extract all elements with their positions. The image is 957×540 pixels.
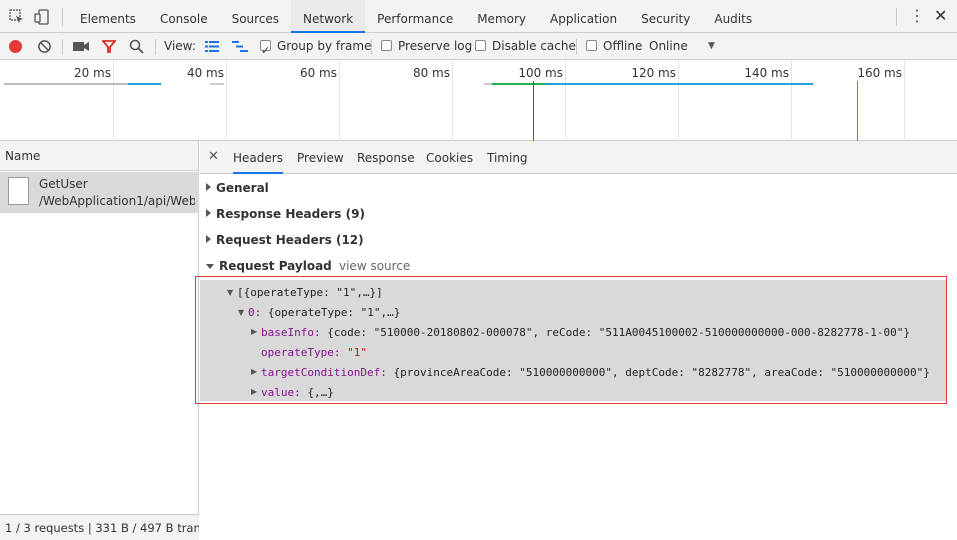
tick-label: 160 ms xyxy=(857,66,902,80)
tab-security[interactable]: Security xyxy=(629,0,702,33)
grid-line xyxy=(904,60,905,141)
tab-console[interactable]: Console xyxy=(148,0,220,33)
dropdown-arrow-icon[interactable]: ▼ xyxy=(708,33,715,60)
tab-timing[interactable]: Timing xyxy=(487,141,528,174)
tab-elements[interactable]: Elements xyxy=(68,0,148,33)
preserve-log-checkbox[interactable]: Preserve log xyxy=(381,33,472,60)
group-by-frame-checkbox[interactable]: Group by frame xyxy=(260,33,372,64)
section-response-headers[interactable]: Response Headers (9) xyxy=(206,207,365,221)
large-rows-icon[interactable] xyxy=(205,41,219,52)
request-name: GetUser xyxy=(39,177,88,191)
tick-label: 60 ms xyxy=(299,66,337,80)
tab-headers[interactable]: Headers xyxy=(233,141,283,174)
divider xyxy=(576,39,577,55)
devtools-tab-bar: Elements Console Sources Network Perform… xyxy=(0,0,957,33)
inspect-element-icon[interactable] xyxy=(9,9,25,25)
grid-line xyxy=(791,60,792,141)
request-detail-panel: ✕ Headers Preview Response Cookies Timin… xyxy=(195,141,957,540)
name-column-header[interactable]: Name xyxy=(0,141,198,171)
tab-memory[interactable]: Memory xyxy=(465,0,538,33)
close-detail-icon[interactable]: ✕ xyxy=(208,149,219,164)
divider xyxy=(371,39,372,55)
section-request-headers-label: Request Headers (12) xyxy=(216,233,364,247)
highlight-annotation-box xyxy=(195,276,947,404)
grid-line xyxy=(226,60,227,141)
view-label: View: xyxy=(164,39,196,53)
tab-cookies[interactable]: Cookies xyxy=(426,141,473,174)
disable-cache-checkbox[interactable]: Disable cache xyxy=(475,33,576,60)
grid-line xyxy=(678,60,679,141)
detail-tab-bar: ✕ Headers Preview Response Cookies Timin… xyxy=(200,141,957,174)
section-general[interactable]: General xyxy=(206,181,269,195)
checkbox-checked[interactable] xyxy=(260,37,271,64)
close-devtools-icon[interactable]: ✕ xyxy=(934,7,947,25)
request-summary-status: 1 / 3 requests | 331 B / 497 B transferr… xyxy=(0,514,199,540)
grid-line xyxy=(452,60,453,141)
disable-cache-label: Disable cache xyxy=(492,39,576,53)
expand-arrow-icon xyxy=(206,209,211,217)
section-request-headers[interactable]: Request Headers (12) xyxy=(206,233,364,247)
tab-audits[interactable]: Audits xyxy=(702,0,764,33)
grid-line xyxy=(113,60,114,141)
tick-label: 20 ms xyxy=(73,66,111,80)
preserve-log-label: Preserve log xyxy=(398,39,473,53)
divider xyxy=(62,39,63,55)
document-file-icon xyxy=(8,177,29,205)
section-request-payload[interactable]: Request Payload xyxy=(206,259,332,273)
checkbox[interactable] xyxy=(381,40,392,51)
section-response-headers-label: Response Headers (9) xyxy=(216,207,365,221)
dom-content-loaded-marker xyxy=(533,81,534,141)
request-bar-waiting xyxy=(492,83,545,85)
screenshot-camera-icon[interactable] xyxy=(73,41,89,52)
tick-label: 140 ms xyxy=(744,66,789,80)
section-request-payload-label: Request Payload xyxy=(219,259,332,273)
tick-label: 40 ms xyxy=(186,66,224,80)
request-row[interactable]: GetUser /WebApplication1/api/WebApi/... xyxy=(0,172,199,213)
tick-label: 120 ms xyxy=(631,66,676,80)
grid-line xyxy=(339,60,340,141)
request-list-panel: Name GetUser /WebApplication1/api/WebApi… xyxy=(0,141,199,540)
section-general-label: General xyxy=(216,181,269,195)
clear-icon[interactable] xyxy=(37,39,52,54)
filter-icon[interactable] xyxy=(102,40,116,53)
request-bar-queued xyxy=(4,83,128,85)
group-by-frame-label: Group by frame xyxy=(277,39,372,53)
tick-label: 80 ms xyxy=(412,66,450,80)
request-path: /WebApplication1/api/WebApi/... xyxy=(39,194,195,208)
divider xyxy=(896,8,897,26)
network-toolbar: View: Group by frame Preserve log Disabl… xyxy=(0,33,957,64)
tab-network[interactable]: Network xyxy=(291,0,366,33)
request-bar-queued xyxy=(484,83,492,85)
collapse-arrow-icon xyxy=(206,264,214,269)
tab-preview[interactable]: Preview xyxy=(297,141,344,174)
request-bar-queued xyxy=(210,83,224,85)
offline-checkbox[interactable]: Offline xyxy=(586,33,642,60)
record-icon[interactable] xyxy=(9,40,22,53)
expand-arrow-icon xyxy=(206,183,211,191)
checkbox[interactable] xyxy=(475,40,486,51)
view-source-link[interactable]: view source xyxy=(339,259,410,273)
checkbox[interactable] xyxy=(586,40,597,51)
throttling-value: Online xyxy=(649,39,688,53)
more-options-icon[interactable]: ⋮ xyxy=(909,7,925,25)
grid-line xyxy=(565,60,566,141)
search-icon[interactable] xyxy=(129,39,144,54)
tab-application[interactable]: Application xyxy=(538,0,629,33)
tick-label: 100 ms xyxy=(518,66,563,80)
throttling-select[interactable]: Online xyxy=(649,33,688,60)
network-overview-timeline[interactable]: 20 ms 40 ms 60 ms 80 ms 100 ms 120 ms 14… xyxy=(0,60,957,141)
tab-sources[interactable]: Sources xyxy=(220,0,291,33)
offline-label: Offline xyxy=(603,39,643,53)
device-toolbar-icon[interactable] xyxy=(34,9,50,25)
devtools-tabs: Elements Console Sources Network Perform… xyxy=(68,0,764,33)
request-bar-download xyxy=(128,83,161,85)
divider xyxy=(62,8,63,26)
expand-arrow-icon xyxy=(206,235,211,243)
divider xyxy=(155,39,156,55)
tab-response[interactable]: Response xyxy=(357,141,415,174)
request-bar-download xyxy=(545,83,813,85)
tab-performance[interactable]: Performance xyxy=(365,0,465,33)
load-event-marker xyxy=(857,81,858,141)
waterfall-overview-icon[interactable] xyxy=(232,41,248,52)
